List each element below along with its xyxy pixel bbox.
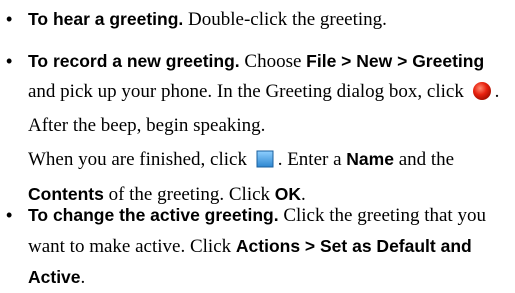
record-icon: [472, 81, 492, 111]
item-text: .: [80, 267, 86, 288]
item-text: and the: [393, 149, 455, 170]
item-text: Double-click the greeting.: [183, 9, 387, 30]
item-text: Choose: [239, 51, 307, 72]
item-title: To change the active greeting.: [28, 205, 279, 225]
stop-icon: [255, 149, 275, 179]
name-label: Name: [346, 149, 394, 169]
bullet-marker: •: [6, 51, 13, 71]
menu-path: File > New > Greeting: [306, 51, 485, 71]
document-page: • To hear a greeting. Double-click the g…: [0, 0, 515, 291]
item-title: To hear a greeting.: [28, 9, 184, 29]
item-text: When you are finished, click: [28, 149, 252, 170]
item-text: and pick up your phone. In the Greeting …: [28, 81, 469, 102]
bullet-marker: •: [6, 9, 13, 29]
item-text: . Enter a: [277, 149, 347, 170]
bullet-item-record-greeting: • To record a new greeting. Choose File …: [0, 46, 515, 141]
bullet-marker: •: [6, 205, 13, 225]
bullet-item-change-active-greeting: • To change the active greeting. Click t…: [0, 200, 515, 293]
bullet-item-hear-greeting: • To hear a greeting. Double-click the g…: [0, 4, 515, 35]
item-title: To record a new greeting.: [28, 51, 240, 71]
